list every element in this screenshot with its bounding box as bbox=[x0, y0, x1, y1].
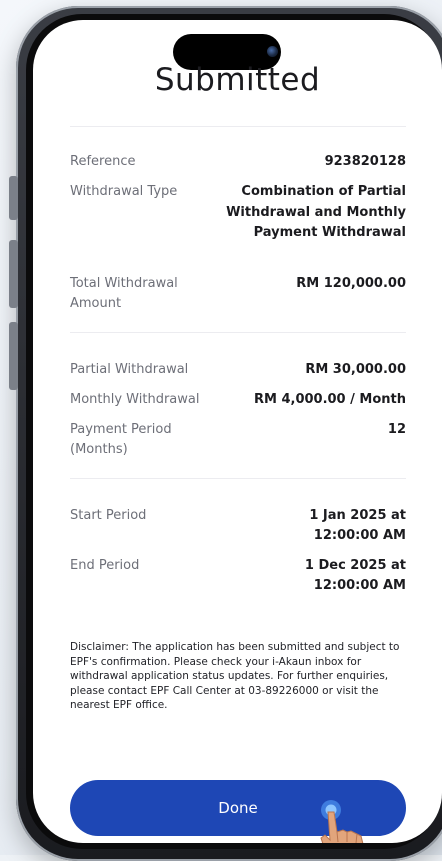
payment-period-label: Payment Period (Months) bbox=[70, 422, 172, 457]
divider bbox=[70, 332, 406, 333]
side-button-volume-up bbox=[9, 240, 18, 308]
reference-value: 923820128 bbox=[324, 154, 406, 169]
phone-screen: Submitted Reference 923820128 Withdrawal… bbox=[33, 20, 442, 843]
disclaimer-text: Disclaimer: The application has been sub… bbox=[70, 641, 400, 711]
side-button-volume-down bbox=[9, 322, 18, 390]
partial-withdrawal-value: RM 30,000.00 bbox=[305, 362, 406, 377]
start-period-value: 1 Jan 2025 at 12:00:00 AM bbox=[309, 508, 406, 543]
payment-period-value: 12 bbox=[387, 422, 406, 437]
side-button-action bbox=[9, 176, 18, 220]
camera-icon bbox=[267, 46, 278, 57]
withdrawal-type-label: Withdrawal Type bbox=[70, 184, 178, 199]
end-period-label: End Period bbox=[70, 558, 140, 573]
tap-hand-icon bbox=[320, 800, 364, 843]
total-amount-label: Total Withdrawal Amount bbox=[70, 276, 178, 311]
end-period-value: 1 Dec 2025 at 12:00:00 AM bbox=[304, 558, 406, 593]
divider bbox=[70, 478, 406, 479]
divider bbox=[70, 126, 406, 127]
page-title: Submitted bbox=[154, 62, 321, 98]
total-amount-value: RM 120,000.00 bbox=[296, 276, 406, 291]
withdrawal-type-value: Combination of Partial Withdrawal and Mo… bbox=[226, 184, 406, 240]
monthly-withdrawal-value: RM 4,000.00 / Month bbox=[253, 392, 406, 407]
start-period-label: Start Period bbox=[70, 508, 147, 523]
